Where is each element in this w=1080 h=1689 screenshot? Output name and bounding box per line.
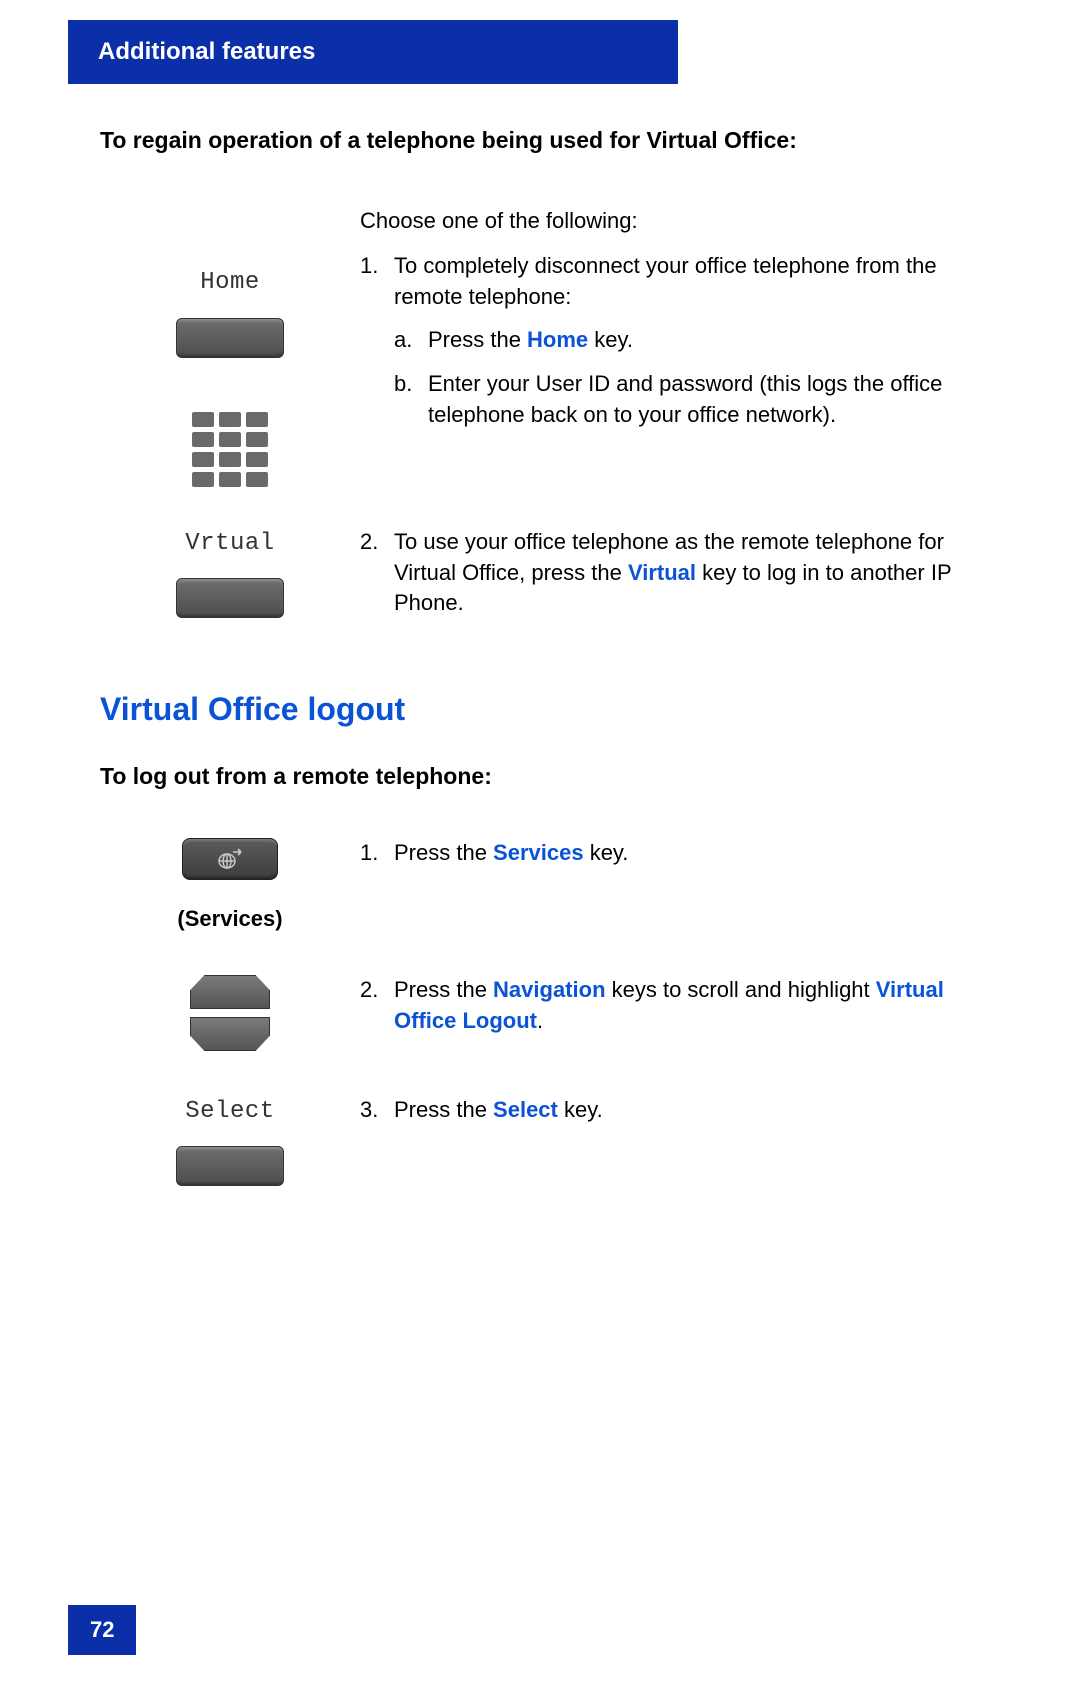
keyword-select: Select: [493, 1097, 558, 1122]
t: keys to scroll and highlight: [606, 977, 876, 1002]
list-letter: b.: [394, 369, 428, 431]
logout-step-1: (Services) 1. Press the Services key.: [100, 838, 960, 935]
list-number: 2.: [360, 975, 394, 1037]
step2-body: To use your office telephone as the remo…: [394, 527, 960, 619]
page-number: 72: [68, 1605, 136, 1655]
logout-s2-body: Press the Navigation keys to scroll and …: [394, 975, 960, 1037]
home-softkey-icon: [176, 318, 284, 358]
step-row-1: Home Choose one of the following: 1. To …: [100, 206, 960, 487]
t: .: [537, 1008, 543, 1033]
logout-step-2: 2. Press the Navigation keys to scroll a…: [100, 975, 960, 1055]
icon-column-nav: [100, 975, 360, 1051]
list-number: 2.: [360, 527, 394, 619]
page-content: To regain operation of a telephone being…: [100, 124, 960, 1186]
softkey-label-select: Select: [185, 1095, 274, 1129]
logout-s3-body: Press the Select key.: [394, 1095, 603, 1126]
keyword-home: Home: [527, 327, 588, 352]
t: Press the: [394, 1097, 493, 1122]
list-number: 1.: [360, 838, 394, 869]
step1-intro: To completely disconnect your office tel…: [394, 253, 937, 309]
intro-text: Choose one of the following:: [360, 206, 960, 237]
keyword-navigation: Navigation: [493, 977, 605, 1002]
t: key.: [558, 1097, 603, 1122]
nav-down-key-icon: [190, 1017, 270, 1051]
list-number: 1.: [360, 251, 394, 445]
select-softkey-icon: [176, 1146, 284, 1186]
t: key.: [588, 327, 633, 352]
chapter-header: Additional features: [68, 20, 678, 84]
task-heading-1: To regain operation of a telephone being…: [100, 124, 960, 156]
softkey-label-vrtual: Vrtual: [185, 527, 274, 561]
list-letter: a.: [394, 325, 428, 356]
logout-s1-body: Press the Services key.: [394, 838, 628, 869]
step-row-2: Vrtual 2. To use your office telephone a…: [100, 527, 960, 637]
step1b: Enter your User ID and password (this lo…: [428, 369, 960, 431]
t: Press the: [394, 977, 493, 1002]
t: key.: [584, 840, 629, 865]
icon-column-vrtual: Vrtual: [100, 527, 360, 619]
step-1-body: To completely disconnect your office tel…: [394, 251, 960, 445]
section-heading-logout: Virtual Office logout: [100, 687, 960, 732]
services-label: (Services): [177, 904, 282, 935]
navigation-keys-icon: [190, 975, 270, 1051]
vrtual-softkey-icon: [176, 578, 284, 618]
logout-step-3: Select 3. Press the Select key.: [100, 1095, 960, 1187]
keypad-icon: [192, 412, 268, 487]
globe-arrow-icon: [215, 848, 245, 870]
icon-column-home: Home: [100, 206, 360, 487]
icon-column-select: Select: [100, 1095, 360, 1187]
t: Press the: [428, 327, 527, 352]
list-number: 3.: [360, 1095, 394, 1126]
keyword-virtual: Virtual: [628, 560, 696, 585]
services-key-icon: [182, 838, 278, 880]
t: Press the: [394, 840, 493, 865]
nav-up-key-icon: [190, 975, 270, 1009]
keyword-services: Services: [493, 840, 584, 865]
step1a: Press the Home key.: [428, 325, 633, 356]
task-heading-2: To log out from a remote telephone:: [100, 760, 960, 792]
softkey-label-home: Home: [200, 266, 260, 300]
icon-column-services: (Services): [100, 838, 360, 935]
